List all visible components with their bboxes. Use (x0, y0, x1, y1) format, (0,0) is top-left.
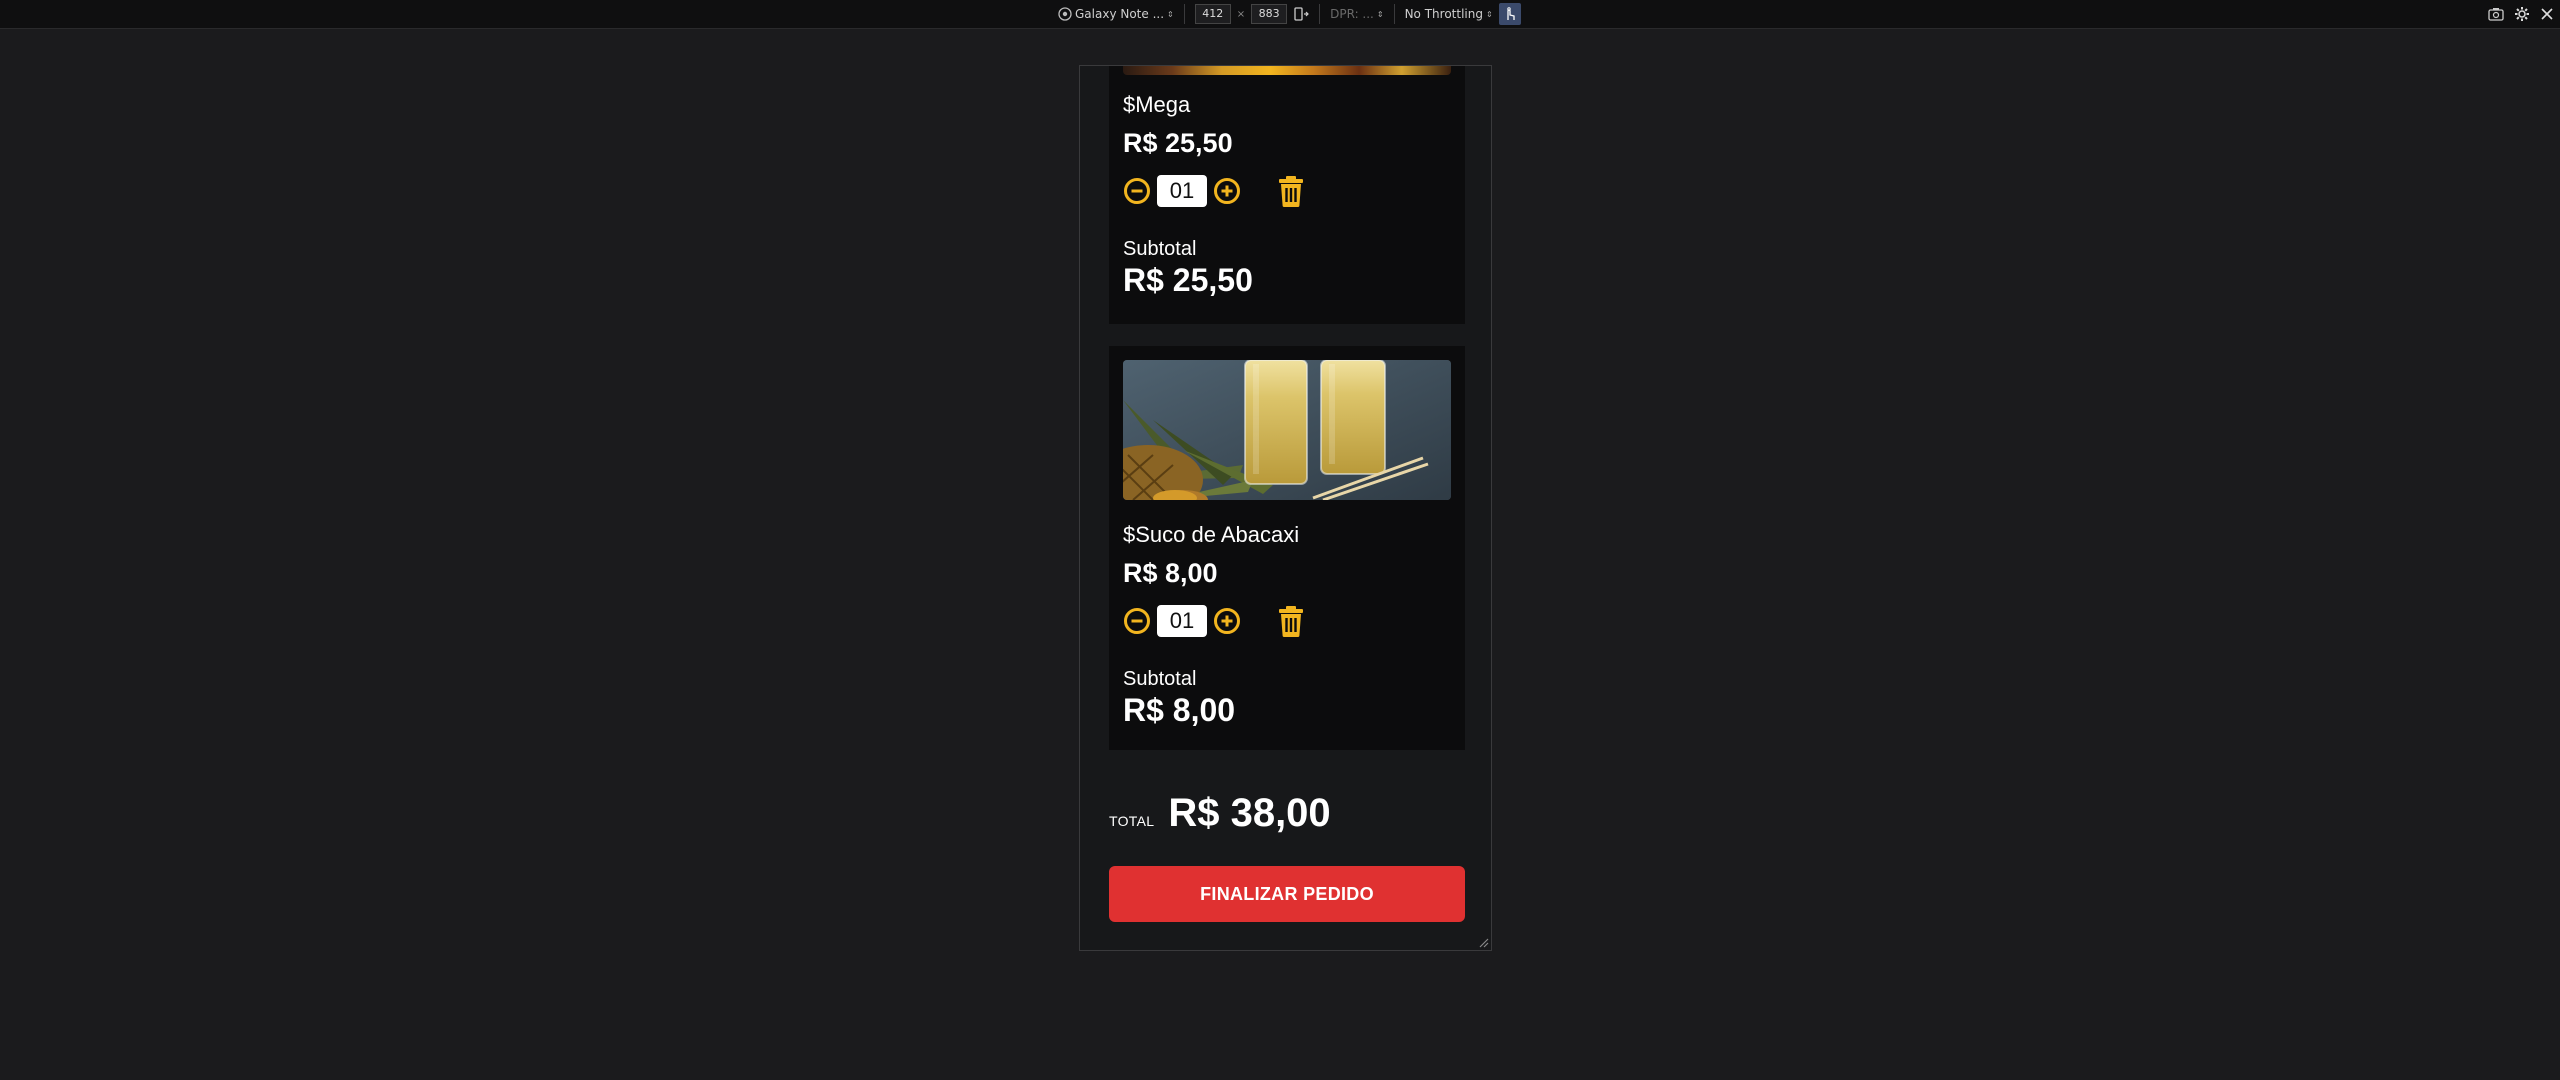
finalize-order-button[interactable]: FINALIZAR PEDIDO (1109, 866, 1465, 922)
quantity-input[interactable] (1157, 605, 1207, 637)
divider (1183, 4, 1185, 24)
quantity-stepper (1123, 604, 1305, 638)
device-icon (1058, 7, 1072, 21)
subtotal-value: R$ 25,50 (1123, 262, 1253, 298)
divider (1393, 4, 1395, 24)
width-input[interactable]: 412 (1194, 4, 1231, 24)
cart-total: TOTAL R$ 38,00 (1109, 791, 1331, 836)
subtotal-value: R$ 8,00 (1123, 692, 1236, 728)
plus-circle-icon[interactable] (1213, 607, 1241, 635)
item-name: $Suco de Abacaxi (1123, 522, 1300, 547)
pineapple-juice-image (1123, 360, 1451, 500)
device-name: Galaxy Note ... (1075, 7, 1165, 21)
chevron-updown-icon: ⇕ (1485, 9, 1493, 19)
quantity-input[interactable] (1157, 175, 1207, 207)
device-viewport: $Mega R$ 25,50 Subtotal R$ 25,50 (1079, 65, 1492, 951)
quantity-stepper (1123, 174, 1305, 208)
device-toolbar-actions (2488, 2, 2554, 26)
plus-circle-icon[interactable] (1213, 177, 1241, 205)
item-image (1123, 66, 1451, 75)
total-label: TOTAL (1109, 813, 1155, 829)
device-select[interactable]: Galaxy Note ... ⇕ (1058, 7, 1174, 21)
cart-item: $Mega R$ 25,50 Subtotal R$ 25,50 (1109, 66, 1465, 324)
close-icon[interactable] (2540, 7, 2554, 21)
trash-icon[interactable] (1277, 175, 1305, 207)
dpr-select[interactable]: DPR: ... ⇕ (1330, 7, 1383, 21)
subtotal-label: Subtotal (1123, 668, 1197, 690)
total-value: R$ 38,00 (1168, 791, 1331, 835)
throttling-select[interactable]: No Throttling ⇕ (1405, 7, 1493, 21)
times-sign: × (1236, 8, 1246, 20)
item-price: R$ 25,50 (1123, 128, 1233, 158)
rotate-icon[interactable] (1293, 7, 1309, 21)
cart-item: $Suco de Abacaxi R$ 8,00 Subtotal R$ 8,0… (1109, 346, 1465, 750)
settings-icon[interactable] (2514, 6, 2530, 22)
dpr-label: DPR: ... (1330, 7, 1374, 21)
chevron-updown-icon: ⇕ (1167, 9, 1174, 19)
resize-handle-icon[interactable] (1477, 936, 1489, 948)
subtotal-label: Subtotal (1123, 238, 1197, 260)
item-image (1123, 360, 1451, 500)
device-toolbar-controls: Galaxy Note ... ⇕ 412 × 883 DPR: ... ⇕ N… (1058, 2, 1521, 26)
minus-circle-icon[interactable] (1123, 607, 1151, 635)
item-name: $Mega (1123, 92, 1191, 117)
devtools-device-toolbar: Galaxy Note ... ⇕ 412 × 883 DPR: ... ⇕ N… (0, 0, 2560, 29)
touch-icon[interactable] (1498, 3, 1521, 25)
item-price: R$ 8,00 (1123, 558, 1218, 588)
height-input[interactable]: 883 (1251, 4, 1288, 24)
screenshot-icon[interactable] (2488, 7, 2504, 21)
minus-circle-icon[interactable] (1123, 177, 1151, 205)
trash-icon[interactable] (1277, 605, 1305, 637)
divider (1319, 4, 1321, 24)
throttling-label: No Throttling (1404, 7, 1483, 21)
chevron-updown-icon: ⇕ (1376, 9, 1384, 19)
